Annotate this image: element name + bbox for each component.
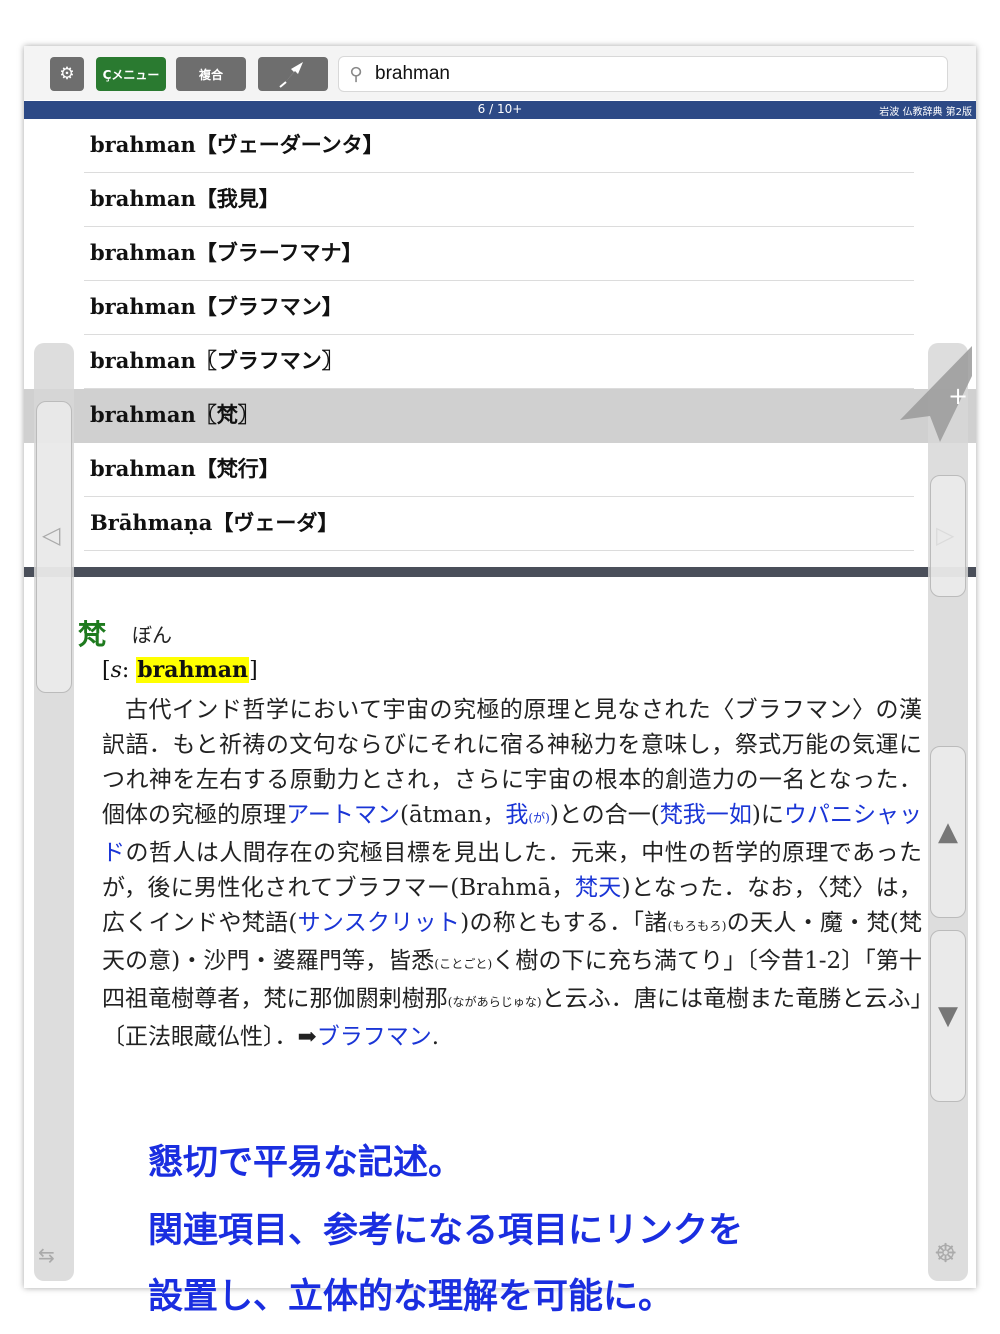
result-page-count: 6 / 10+ (477, 102, 523, 116)
dictionary-name: 岩波 仏教辞典 第2版 (879, 107, 972, 118)
scroll-down-button[interactable]: ▼ (930, 930, 966, 1102)
left-rail[interactable]: ◁ ⇆ (34, 343, 74, 1281)
down-triangle-icon: ▼ (938, 1001, 958, 1031)
gear-icon: ⚙ (59, 64, 75, 84)
link-bonga-ichinyo[interactable]: 梵我一如 (660, 802, 752, 828)
app-window: ⚙ Çメニュー 複合 ⚲ 6 / 10+ 岩波 仏教辞典 第2版 brahman… (24, 46, 976, 1288)
search-icon: ⚲ (349, 63, 363, 85)
language-prefix: s (110, 658, 122, 683)
caption-line-1: 懇切で平易な記述。 (148, 1143, 464, 1183)
list-item[interactable]: brahman【ヴェーダーンタ】 (84, 119, 914, 173)
right-rail-handle[interactable] (930, 475, 966, 597)
list-item-selected[interactable]: brahman〖梵〗 (24, 389, 976, 443)
ruby: (もろもろ) (667, 919, 727, 933)
search-box[interactable]: ⚲ (338, 56, 948, 92)
up-triangle-icon: ▲ (938, 817, 958, 847)
result-list: brahman【ヴェーダーンタ】 brahman【我見】 brahman【ブラー… (24, 119, 976, 567)
plus-icon: + (948, 382, 968, 410)
toolbar: ⚙ Çメニュー 複合 ⚲ (24, 46, 976, 100)
list-item[interactable]: brahman【ブラーフマナ】 (84, 227, 914, 281)
colon: : (121, 658, 137, 683)
pin-button[interactable] (258, 57, 328, 91)
settings-button[interactable]: ⚙ (50, 57, 84, 91)
link-bonten[interactable]: 梵天 (575, 875, 622, 901)
list-item[interactable]: brahman【ブラフマン】 (84, 281, 914, 335)
pin-icon (279, 62, 303, 88)
ruby: (ながあらじゅな) (447, 995, 542, 1009)
status-bar: 6 / 10+ 岩波 仏教辞典 第2版 (24, 101, 976, 119)
body-text: (ātman， (400, 802, 506, 828)
ship-wheel-icon[interactable]: ☸ (934, 1239, 957, 1269)
entry-body: 古代インド哲学において宇宙の究極的原理と見なされた〈ブラフマン〉の漢訳語．もと祈… (102, 693, 922, 1055)
link-sanskrit[interactable]: サンスクリット (297, 910, 460, 936)
list-item[interactable]: brahman【梵行】 (84, 443, 914, 497)
bracket: ] (249, 658, 258, 683)
body-text: )の称ともする．「諸 (460, 910, 668, 936)
search-input[interactable] (373, 62, 937, 86)
add-bookmark-button[interactable]: + (900, 346, 976, 446)
search-highlight: brahman (136, 657, 250, 683)
ruby: (が) (528, 811, 550, 825)
pane-splitter[interactable] (24, 567, 976, 577)
compound-button-label: 複合 (198, 67, 223, 82)
list-item[interactable]: Brāhmaṇa【ヴェーダ】 (84, 497, 914, 551)
left-triangle-icon[interactable]: ◁ (42, 521, 60, 549)
menu-button-label: Çメニュー (102, 67, 160, 82)
link-ga[interactable]: 我(が) (505, 802, 549, 828)
entry-reading: ぼん (132, 623, 172, 647)
caption-line-2: 関連項目、参考になる項目にリンクを (148, 1211, 744, 1251)
bracket: [ (102, 658, 111, 683)
body-text: . (431, 1024, 440, 1050)
entry-headword: 梵 (78, 618, 107, 651)
list-item[interactable]: brahman〖ブラフマン〗 (84, 335, 914, 389)
link-brahman[interactable]: ブラフマン (317, 1024, 432, 1050)
link-atman[interactable]: アートマン (286, 802, 400, 828)
body-text: )との合一( (549, 802, 660, 828)
body-text: )に (751, 802, 784, 828)
sanskrit-term: [s: brahman] (102, 657, 258, 683)
caption-line-3: 設置し、立体的な理解を可能に。 (148, 1277, 674, 1317)
compound-search-button[interactable]: 複合 (176, 57, 246, 91)
link-text: 我 (505, 802, 529, 828)
swap-arrows-icon[interactable]: ⇆ (38, 1243, 55, 1267)
scroll-up-button[interactable]: ▲ (930, 746, 966, 918)
menu-button[interactable]: Çメニュー (96, 57, 166, 91)
list-item[interactable]: brahman【我見】 (84, 173, 914, 227)
ruby: (ことごと) (434, 957, 493, 971)
